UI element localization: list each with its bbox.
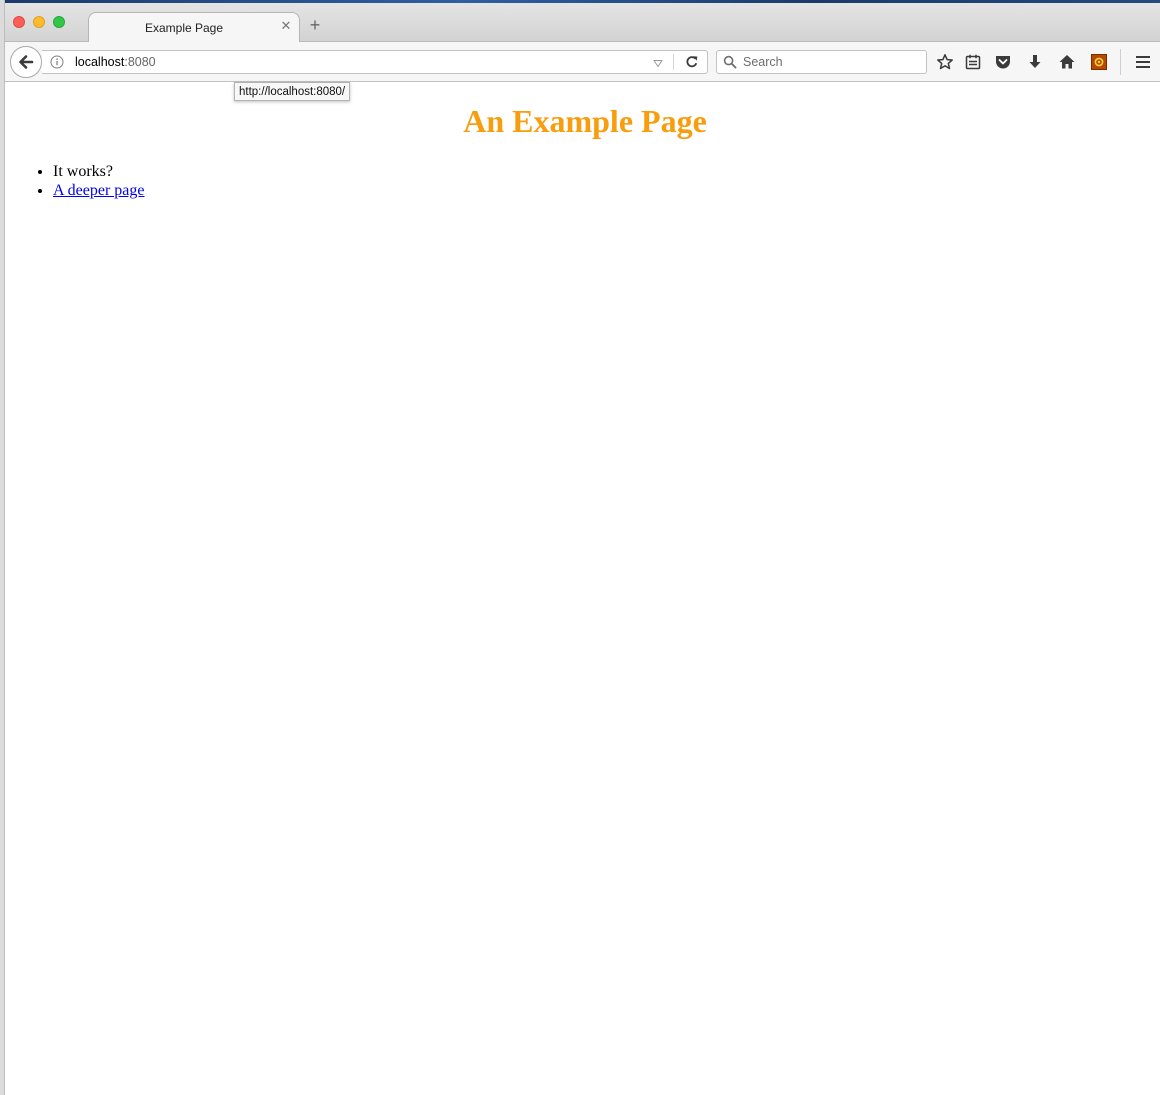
navigation-toolbar: localhost:8080 bbox=[5, 42, 1160, 82]
hamburger-menu-icon[interactable] bbox=[1134, 53, 1152, 71]
browser-window: Example Page ✕ + localhost:8080 Search A… bbox=[5, 3, 1160, 1095]
url-text[interactable]: localhost:8080 bbox=[75, 55, 156, 69]
search-bar bbox=[716, 50, 927, 74]
deeper-page-link[interactable]: A deeper page bbox=[53, 182, 145, 199]
extension-icon[interactable] bbox=[1090, 53, 1108, 71]
reading-list-icon[interactable] bbox=[964, 53, 982, 71]
tab-title: Example Page bbox=[144, 21, 224, 35]
search-icon[interactable] bbox=[723, 55, 737, 69]
page-title: An Example Page bbox=[463, 103, 707, 139]
link-tooltip: http://localhost:8080/ bbox=[234, 82, 351, 101]
url-host: localhost bbox=[75, 55, 125, 69]
url-port: :8080 bbox=[124, 55, 156, 69]
history-dropdown-icon[interactable] bbox=[651, 56, 665, 70]
bookmark-star-icon[interactable] bbox=[936, 53, 954, 71]
window-close-button[interactable] bbox=[13, 16, 25, 28]
info-icon[interactable] bbox=[50, 55, 64, 69]
tab-strip: Example Page ✕ + bbox=[5, 3, 1160, 43]
back-arrow-icon bbox=[19, 55, 34, 69]
list-item: It works? bbox=[53, 162, 145, 181]
download-icon[interactable] bbox=[1026, 53, 1044, 71]
tab-example-page[interactable]: Example Page ✕ bbox=[88, 12, 300, 43]
page-content: An Example Page It works? A deeper page bbox=[5, 82, 1160, 1095]
close-icon[interactable]: ✕ bbox=[279, 19, 293, 33]
window-zoom-button[interactable] bbox=[53, 16, 65, 28]
home-icon[interactable] bbox=[1058, 53, 1076, 71]
plus-icon[interactable]: + bbox=[307, 16, 323, 34]
search-input[interactable] bbox=[741, 52, 925, 72]
list-item-text: It works? bbox=[53, 163, 113, 180]
pocket-icon[interactable] bbox=[994, 53, 1012, 71]
address-bar[interactable]: localhost:8080 bbox=[42, 50, 708, 74]
url-separator bbox=[673, 54, 674, 70]
reload-icon[interactable] bbox=[684, 54, 700, 70]
list-item: A deeper page bbox=[53, 181, 145, 200]
back-button[interactable] bbox=[10, 46, 42, 78]
page-list: It works? A deeper page bbox=[13, 162, 145, 200]
toolbar-separator bbox=[1120, 49, 1121, 75]
window-minimize-button[interactable] bbox=[33, 16, 45, 28]
